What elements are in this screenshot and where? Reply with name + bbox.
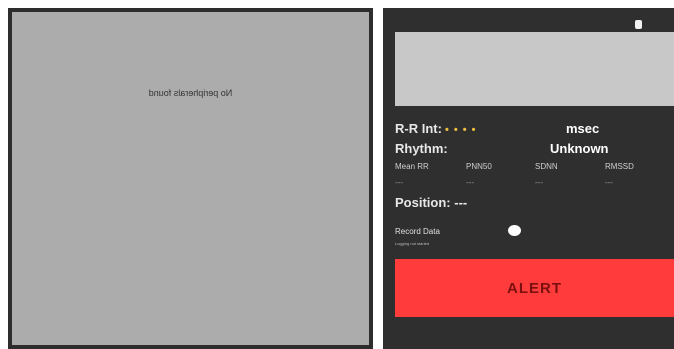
monitor-panel: R-R Int: • • • • msec Rhythm: Unknown Mea… — [383, 8, 674, 349]
alert-button[interactable]: ALERT — [395, 259, 674, 317]
position-value: --- — [454, 195, 468, 210]
no-peripherals-message: No peripherals found — [148, 88, 233, 98]
record-data-toggle[interactable] — [508, 225, 521, 236]
rr-interval-label: R-R Int: — [395, 121, 442, 136]
peripheral-panel: No peripherals found — [8, 8, 373, 349]
metric-label-pnn50: PNN50 — [466, 162, 492, 171]
position-row: Position: --- — [395, 195, 467, 210]
metric-value-rmssd: --- — [605, 178, 613, 187]
logging-status-text: Logging not started — [395, 241, 430, 246]
position-label: Position: — [395, 195, 451, 210]
rr-interval-row: R-R Int: • • • • msec — [395, 121, 599, 136]
metric-label-mean-rr: Mean RR — [395, 162, 429, 171]
peripheral-list-area: No peripherals found — [12, 12, 369, 345]
metric-value-pnn50: --- — [466, 178, 474, 187]
rhythm-label: Rhythm: — [395, 141, 448, 156]
record-data-label: Record Data — [395, 227, 440, 236]
metric-label-rmssd: RMSSD — [605, 162, 634, 171]
rhythm-value: Unknown — [550, 141, 609, 156]
rr-interval-unit: msec — [566, 121, 600, 136]
ecg-display — [395, 32, 674, 106]
rr-interval-value: • • • • — [444, 124, 477, 136]
metric-label-sdnn: SDNN — [535, 162, 558, 171]
rhythm-row: Rhythm: Unknown — [395, 141, 609, 156]
metric-value-mean-rr: --- — [395, 178, 403, 187]
battery-icon — [635, 20, 642, 29]
metric-value-sdnn: --- — [535, 178, 543, 187]
